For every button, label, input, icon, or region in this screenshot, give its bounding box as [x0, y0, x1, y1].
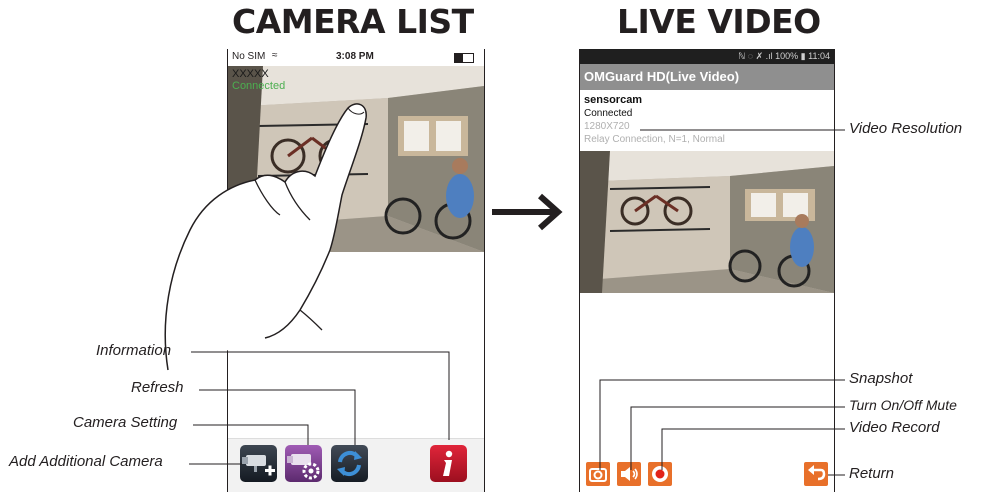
time-label: 3:08 PM	[336, 51, 374, 62]
add-camera-button[interactable]	[240, 445, 277, 482]
snapshot-button[interactable]	[586, 462, 610, 486]
live-video-phone: ℕ ◌ ✗ .ıl 100% ▮ 11:04 OMGuard HD(Live V…	[579, 49, 835, 492]
carrier-label: No SIM	[232, 51, 266, 62]
camera-name: XXXXX	[232, 68, 269, 80]
return-icon	[808, 465, 826, 481]
snapshot-icon	[589, 468, 607, 482]
garage-scene	[228, 66, 484, 252]
camera-status: Connected	[232, 80, 286, 92]
live-video-title-bar: OMGuard HD(Live Video)	[580, 64, 834, 90]
speaker-icon	[621, 467, 638, 481]
callout-add-camera: Add Additional Camera	[9, 453, 163, 470]
callout-snapshot: Snapshot	[849, 370, 913, 387]
live-garage-scene	[580, 151, 834, 293]
callout-information: Information	[96, 342, 172, 359]
device-name: sensorcam	[584, 94, 643, 106]
video-record-button[interactable]	[648, 462, 672, 486]
ios-status-bar: No SIM ≈ 3:08 PM	[228, 49, 484, 66]
live-video-heading: LIVE VIDEO	[617, 2, 821, 41]
record-icon	[652, 466, 668, 482]
camera-setting-button[interactable]	[285, 445, 322, 482]
callout-return: Return	[849, 465, 895, 482]
callout-turn-on-off-mute: Turn On/Off Mute	[849, 397, 957, 413]
camera-setting-icon	[287, 454, 320, 480]
camera-list-phone: No SIM ≈ 3:08 PM XXXXX Connected	[227, 49, 485, 492]
relay-info: Relay Connection, N=1, Normal	[584, 134, 725, 145]
callout-video-resolution: Video Resolution	[849, 120, 963, 137]
resolution-label: 1280X720	[584, 121, 630, 132]
camera-list-heading: CAMERA LIST	[232, 2, 474, 41]
device-info-panel: sensorcam Connected 1280X720 Relay Conne…	[580, 90, 834, 150]
status-indicators: ℕ ◌ ✗ .ıl 100% ▮ 11:04	[738, 51, 830, 61]
mute-toggle-button[interactable]	[617, 462, 641, 486]
callout-video-record: Video Record	[849, 419, 940, 436]
connection-status: Connected	[584, 108, 633, 119]
android-status-bar: ℕ ◌ ✗ .ıl 100% ▮ 11:04	[580, 49, 834, 64]
return-button[interactable]	[804, 462, 828, 486]
battery-icon	[454, 53, 474, 63]
refresh-icon	[337, 450, 362, 477]
wifi-icon: ≈	[272, 50, 278, 61]
live-video-title: OMGuard HD(Live Video)	[584, 69, 740, 84]
info-icon	[443, 450, 453, 476]
camera-thumbnail[interactable]: XXXXX Connected	[228, 66, 484, 252]
refresh-button[interactable]	[331, 445, 368, 482]
live-video-feed[interactable]	[580, 151, 834, 293]
callout-refresh: Refresh	[131, 379, 184, 396]
instruction-figure: { "headings": { "left": "CAMERA LIST", "…	[0, 0, 996, 492]
callout-camera-setting: Camera Setting	[73, 414, 178, 431]
add-camera-icon	[242, 455, 275, 476]
information-button[interactable]	[430, 445, 467, 482]
